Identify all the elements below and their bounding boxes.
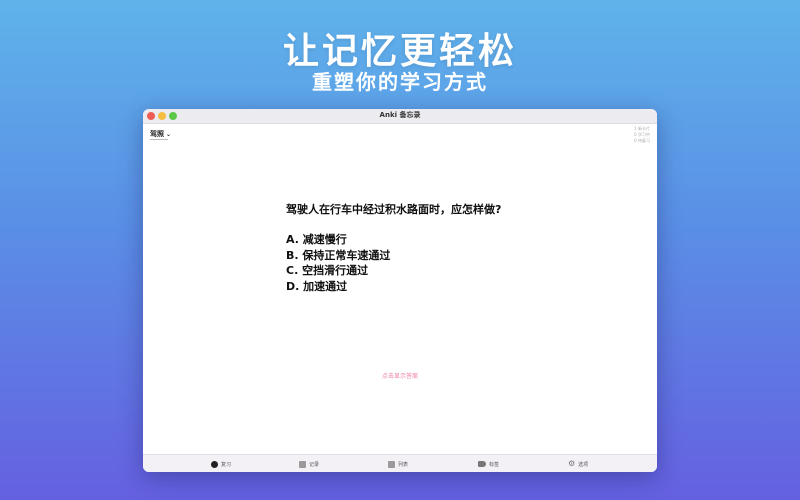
tab-tags-label: 标签 bbox=[489, 461, 500, 468]
tab-review-label: 复习 bbox=[221, 461, 232, 468]
window-title: Anki 备忘录 bbox=[379, 111, 421, 119]
deck-selector-label: 驾照 bbox=[150, 130, 164, 138]
promo-subheadline: 重塑你的学习方式 bbox=[312, 70, 488, 94]
option-a: A. 减速慢行 bbox=[286, 233, 347, 246]
deck-selector[interactable]: 驾照 ⌄ bbox=[150, 129, 171, 139]
card-options: A. 减速慢行 B. 保持正常车速通过 C. 空挡滑行通过 D. 加速通过 bbox=[286, 232, 390, 294]
card-stats: 1 新卡片 0 学习中 0 待复习 bbox=[634, 126, 650, 144]
list-icon bbox=[388, 460, 395, 468]
tab-options-label: 选项 bbox=[578, 461, 589, 468]
record-icon bbox=[299, 460, 306, 468]
tab-bar: 复习 记录 列表 标签 ⚙ 选项 bbox=[143, 454, 657, 472]
gear-icon: ⚙ bbox=[568, 459, 576, 468]
tab-tags[interactable]: 标签 bbox=[478, 459, 499, 469]
tab-review[interactable]: 复习 bbox=[211, 459, 231, 469]
stat-review: 0 待复习 bbox=[634, 138, 650, 143]
tab-list[interactable]: 列表 bbox=[388, 459, 408, 469]
card-question: 驾驶人在行车中经过积水路面时，应怎样做? bbox=[286, 203, 502, 216]
chevron-down-icon: ⌄ bbox=[166, 131, 172, 138]
tab-options[interactable]: ⚙ 选项 bbox=[568, 459, 588, 469]
tab-record[interactable]: 记录 bbox=[299, 459, 319, 469]
title-bar: Anki 备忘录 bbox=[143, 109, 657, 124]
option-d: D. 加速通过 bbox=[286, 279, 348, 293]
option-c: C. 空挡滑行通过 bbox=[286, 264, 369, 277]
option-b: B. 保持正常车速通过 bbox=[286, 248, 391, 262]
deck-underline bbox=[150, 139, 168, 140]
tab-list-label: 列表 bbox=[398, 461, 409, 468]
tab-record-label: 记录 bbox=[309, 461, 320, 468]
review-icon bbox=[211, 460, 218, 468]
tag-icon bbox=[478, 461, 486, 467]
show-answer-button[interactable]: 点击显示答案 bbox=[143, 371, 657, 380]
app-window: Anki 备忘录 驾照 ⌄ 1 新卡片 0 学习中 0 待复习 驾驶人在行车中经过… bbox=[143, 109, 657, 472]
